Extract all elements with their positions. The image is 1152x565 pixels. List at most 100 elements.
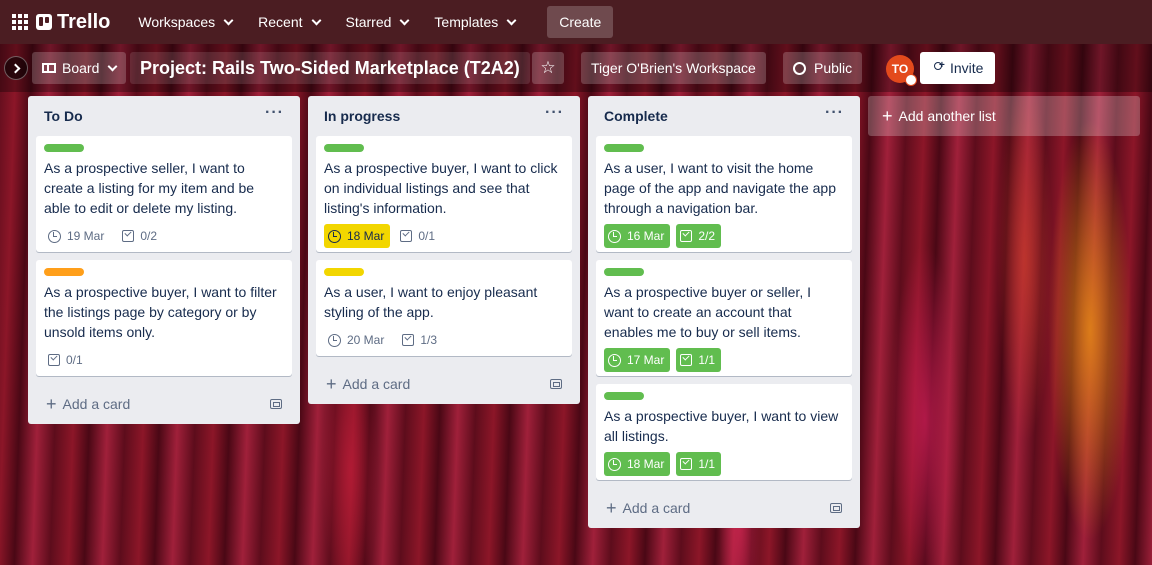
nav-recent[interactable]: Recent [248,6,329,38]
checklist-icon [402,334,415,346]
nav-starred[interactable]: Starred [336,6,419,38]
list-header[interactable]: In progress ··· [308,96,580,136]
checklist-icon [48,354,60,366]
card[interactable]: As a prospective buyer or seller, I want… [596,260,852,376]
workspace-button[interactable]: Tiger O'Brien's Workspace [581,52,766,84]
checklist-count: 1/1 [698,457,716,471]
card[interactable]: As a prospective buyer, I want to click … [316,136,572,252]
checklist-count: 1/1 [698,353,716,367]
list-menu-icon[interactable]: ··· [825,104,844,122]
checklist-count: 0/1 [66,353,83,367]
due-date-text: 18 Mar [627,457,665,471]
invite-button[interactable]: Invite [920,52,996,84]
add-list-button[interactable]: + Add another list [868,96,1140,136]
list-title[interactable]: To Do [44,108,83,124]
nav-recent-label: Recent [258,14,303,30]
nav-templates[interactable]: Templates [424,6,525,38]
card-badges: 0/1 [44,346,284,374]
card-title: As a prospective buyer or seller, I want… [604,284,811,340]
list-header[interactable]: Complete ··· [588,96,860,136]
list-menu-icon[interactable]: ··· [265,104,284,122]
due-date-text: 16 Mar [627,229,665,243]
expand-sidebar-button[interactable] [4,56,28,80]
trello-logo-icon [36,14,52,30]
add-card-composer[interactable]: + Add a card [326,374,410,395]
checklist-icon [400,230,413,242]
due-date-badge[interactable]: 17 Mar [604,348,671,372]
due-date-text: 18 Mar [347,229,385,243]
card-title: As a user, I want to visit the home page… [604,160,836,216]
workspace-label: Tiger O'Brien's Workspace [591,60,756,76]
checklist-icon [680,458,693,470]
add-card-composer[interactable]: + Add a card [606,498,690,519]
card-badges: 20 Mar 1/3 [324,326,564,354]
card[interactable]: As a prospective buyer, I want to view a… [596,384,852,480]
chevron-down-icon [506,15,517,25]
card[interactable]: As a prospective seller, I want to creat… [36,136,292,252]
due-date-badge[interactable]: 19 Mar [44,224,110,248]
card-badges: 18 Mar 1/1 [604,450,844,478]
clock-icon [608,457,621,471]
card-label-green[interactable] [604,144,644,152]
card-template-icon[interactable] [550,379,562,389]
card[interactable]: As a user, I want to enjoy pleasant styl… [316,260,572,356]
checklist-icon [122,230,135,242]
card-template-icon[interactable] [830,503,842,513]
checklist-badge: 1/1 [676,348,722,372]
card-label-green[interactable] [604,392,644,400]
due-date-badge[interactable]: 16 Mar [604,224,671,248]
list-complete: Complete ··· As a user, I want to visit … [588,96,860,528]
globe-icon [793,61,806,75]
card[interactable]: As a user, I want to visit the home page… [596,136,852,252]
board-view-switcher[interactable]: Board [32,52,127,84]
plus-icon: + [606,497,617,518]
star-board-button[interactable]: ☆ [532,52,564,84]
list-menu-icon[interactable]: ··· [545,104,564,122]
checklist-badge: 2/2 [676,224,722,248]
due-date-text: 17 Mar [627,353,665,367]
checklist-count: 2/2 [698,229,716,243]
card-badges: 16 Mar 2/2 [604,222,844,250]
card-badges: 18 Mar 0/1 [324,222,564,250]
add-card-button[interactable]: + Add a card [28,384,300,424]
checklist-icon [680,354,693,366]
trello-logo[interactable]: Trello [36,11,110,34]
invite-label: Invite [950,60,984,76]
visibility-button[interactable]: Public [783,52,863,84]
board-title[interactable]: Project: Rails Two-Sided Marketplace (T2… [130,52,530,84]
card[interactable]: As a prospective buyer, I want to filter… [36,260,292,376]
list-header[interactable]: To Do ··· [28,96,300,136]
add-card-composer[interactable]: + Add a card [46,394,130,415]
nav-workspaces[interactable]: Workspaces [128,6,242,38]
add-card-button[interactable]: + Add a card [308,364,580,404]
create-button[interactable]: Create [547,6,614,38]
add-card-button[interactable]: + Add a card [588,488,860,528]
app-switcher-icon[interactable] [8,10,32,34]
card-label-green[interactable] [604,268,644,276]
chevron-down-icon [223,15,234,25]
checklist-badge: 0/1 [48,348,83,372]
card-label-green[interactable] [324,144,364,152]
avatar-initials: TO [891,62,909,76]
due-date-badge[interactable]: 18 Mar [604,452,671,476]
due-date-badge[interactable]: 18 Mar [324,224,391,248]
clock-icon [48,229,61,243]
list-title[interactable]: Complete [604,108,668,124]
due-date-badge[interactable]: 20 Mar [324,328,390,352]
checklist-badge: 0/1 [400,224,435,248]
card-label-orange[interactable] [44,268,84,276]
chevron-down-icon [311,15,321,25]
card-label-yellow[interactable] [324,268,364,276]
admin-badge-icon [905,74,917,86]
avatar[interactable]: TO [886,55,917,86]
trello-logo-text: Trello [57,10,111,33]
clock-icon [328,333,341,347]
clock-icon [608,353,621,367]
card-label-green[interactable] [44,144,84,152]
clock-icon [328,229,341,243]
nav-workspaces-label: Workspaces [138,14,216,30]
list-title[interactable]: In progress [324,108,400,124]
card-template-icon[interactable] [270,399,282,409]
plus-icon: + [882,105,893,126]
checklist-badge: 1/3 [402,328,437,352]
